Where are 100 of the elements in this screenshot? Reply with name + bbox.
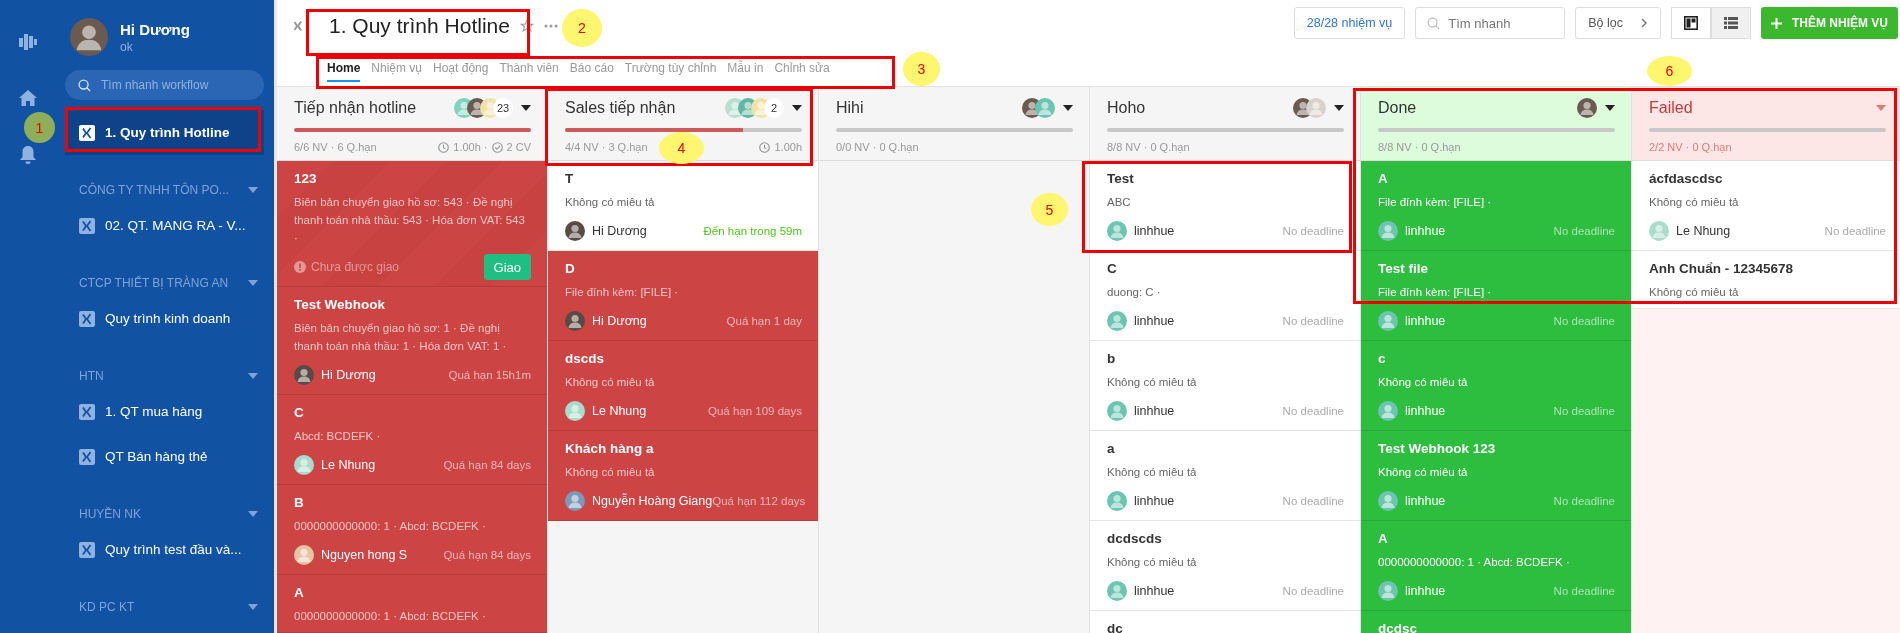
tab[interactable]: Báo cáo xyxy=(569,52,614,82)
task-card[interactable]: Test file File đính kèm: [FILE] · linhhue No deadline xyxy=(1361,251,1631,341)
clock-icon xyxy=(759,141,771,153)
card-description: Không có miêu tả xyxy=(1649,285,1740,300)
workflow-item[interactable]: 1. QT mua hàng xyxy=(65,389,264,434)
task-card[interactable]: c Không có miêu tả linhhue No deadline xyxy=(1361,341,1631,431)
task-card[interactable]: A 0000000000000: 1 · Abcd: BCDEFK · linhhue No deadline xyxy=(1361,521,1631,611)
column-stats: 8/8 NV · 0 Q.hạn xyxy=(1107,141,1190,153)
column-title: Hihi xyxy=(836,99,864,117)
workflow-item[interactable]: Quy trình test đầu và... xyxy=(65,527,264,572)
column-title: Failed xyxy=(1649,99,1693,117)
due-status: Quá hạn 15h1m xyxy=(448,369,531,381)
column-stats: 2/2 NV · 0 Q.hạn xyxy=(1649,141,1732,153)
task-card[interactable]: Test ABC linhhue No deadline xyxy=(1090,161,1360,251)
workflow-item[interactable]: 1. Quy trình Hotline xyxy=(65,110,264,155)
caret-icon[interactable] xyxy=(1063,105,1073,111)
card-description: Không có miêu tả xyxy=(1107,465,1198,480)
task-card[interactable]: 123 Biên bản chuyển giao hồ sơ: 543 · Đề nghị thanh toán nhà thầu: 543 · Hóa đơn VAT: 543 · Chưa được giao Giao xyxy=(277,161,547,287)
task-card[interactable]: A File đính kèm: [FILE] · linhhue No deadline xyxy=(1361,161,1631,251)
task-card[interactable]: C duong: C · linhhue No deadline xyxy=(1090,251,1360,341)
card-description: Abcd: BCDEFK · xyxy=(294,429,382,444)
clock-icon xyxy=(438,141,450,153)
search-field[interactable]: Tìm nhanh xyxy=(1415,7,1566,39)
task-card[interactable]: A 0000000000000: 1 · Abcd: BCDEFK · xyxy=(277,575,547,633)
caret-icon[interactable] xyxy=(521,105,531,111)
user-avatar xyxy=(70,18,108,56)
task-card[interactable]: b Không có miêu tả linhhue No deadline xyxy=(1090,341,1360,431)
bell-icon[interactable] xyxy=(19,146,36,164)
member-count: 2 xyxy=(764,98,784,118)
task-card[interactable]: C Abcd: BCDEFK · Le Nhung Quá hạn 84 days xyxy=(277,395,547,485)
task-card[interactable]: T Không có miêu tả Hi Dương Đến hạn trong 59m xyxy=(548,161,818,251)
view-toggle[interactable] xyxy=(1671,7,1711,39)
workflow-item[interactable]: Quy trình kinh doanh xyxy=(65,296,264,341)
tab[interactable]: Nhiệm vụ xyxy=(371,52,423,82)
task-card[interactable]: Test Webhook Biên bản chuyển giao hồ sơ: 1 · Đề nghị thanh toán nhà thầu: 1 · Hóa đơn VAT: 1 · Hi Dương Quá hạn 15h1m xyxy=(277,287,547,395)
search-icon xyxy=(1427,17,1441,30)
assign-button[interactable]: Giao xyxy=(483,254,531,280)
tab[interactable]: Chỉnh sửa xyxy=(774,52,830,82)
task-card[interactable]: D File đính kèm: [FILE] · Hi Dương Quá hạn 1 day xyxy=(548,251,818,341)
card-title: c xyxy=(1378,350,1387,368)
task-card[interactable]: dcdscds Không có miêu tả linhhue No deadline xyxy=(1090,521,1360,611)
group-heading: HUYỀN NK xyxy=(79,507,141,521)
column-title: Hoho xyxy=(1107,99,1146,117)
due-status: No deadline xyxy=(1553,585,1615,597)
task-card[interactable]: Anh Chuẩn - 12345678 Không có miêu tả xyxy=(1632,251,1900,309)
board-icon xyxy=(1684,16,1698,30)
card-title: C xyxy=(294,404,305,422)
workflow-item[interactable]: QT Bán hàng thẻ xyxy=(65,434,264,479)
caret-icon[interactable] xyxy=(1605,105,1615,111)
card-title: A xyxy=(294,584,305,602)
assignee-name: Hi Dương xyxy=(321,368,376,382)
tab[interactable]: Thành viên xyxy=(499,52,559,82)
plus-icon xyxy=(1771,17,1782,29)
view-toggle[interactable] xyxy=(1711,7,1751,39)
card-description: Không có miêu tả xyxy=(1107,555,1198,570)
card-description: Biên bản chuyển giao hồ sơ: 543 · Đề nghị thanh toán nhà thầu: 543 · Hóa đơn VAT: 543 · xyxy=(294,195,526,246)
star-icon[interactable] xyxy=(519,19,534,33)
task-card[interactable]: Khách hàng a Không có miêu tả Nguyễn Hoàng GiangQuá hạn 112 days xyxy=(548,431,818,521)
stat-text: 2 CV xyxy=(506,141,531,153)
assignee-name: linhhue xyxy=(1405,224,1446,238)
chevron-right-icon xyxy=(1641,18,1648,28)
task-card[interactable]: B 0000000000000: 1 · Abcd: BCDEFK · Nguyen hong S Quá hạn 84 days xyxy=(277,485,547,575)
tab[interactable]: Mẫu in xyxy=(727,52,764,82)
card-description: Không có miêu tả xyxy=(1378,375,1469,390)
card-title: dscds xyxy=(565,350,606,368)
tab[interactable]: Home xyxy=(327,52,361,82)
task-card[interactable]: a Không có miêu tả linhhue No deadline xyxy=(1090,431,1360,521)
card-description: File đính kèm: [FILE] · xyxy=(565,285,680,300)
card-description: Không có miêu tả xyxy=(1107,375,1198,390)
home-icon[interactable] xyxy=(18,90,37,106)
due-status: No deadline xyxy=(1282,315,1344,327)
task-card[interactable]: dc xyxy=(1090,611,1360,633)
task-card[interactable]: Test Webhook 123 Không có miêu tả linhhue No deadline xyxy=(1361,431,1631,521)
task-count-button[interactable]: 28/28 nhiệm vụ xyxy=(1293,7,1406,39)
stat-text: 1.00h xyxy=(774,141,802,153)
caret-icon[interactable] xyxy=(792,105,802,111)
card-description: Không có miêu tả xyxy=(1649,195,1740,210)
filter-button[interactable]: Bộ lọc xyxy=(1575,7,1661,39)
logo-icon[interactable] xyxy=(18,34,37,50)
user-name: Hi Dương xyxy=(120,20,190,38)
tab[interactable]: Hoạt động xyxy=(433,52,489,82)
assignee-name: linhhue xyxy=(1134,404,1175,418)
task-card[interactable]: dscds Không có miêu tả Le Nhung Quá hạn 109 days xyxy=(548,341,818,431)
search-field[interactable]: Tìm nhanh workflow xyxy=(65,70,264,100)
assignee-name: Hi Dương xyxy=(592,314,647,328)
task-card[interactable]: dcdsc xyxy=(1361,611,1631,633)
task-card[interactable]: ácfdascdsc Không có miêu tả Le Nhung No deadline xyxy=(1632,161,1900,251)
card-description: 0000000000000: 1 · Abcd: BCDEFK · xyxy=(294,519,487,534)
caret-icon[interactable] xyxy=(1334,105,1344,111)
add-task-button[interactable]: THÊM NHIỆM VỤ xyxy=(1761,7,1898,39)
tab[interactable]: Trường tùy chỉnh xyxy=(624,52,717,82)
assignee-name: Le Nhung xyxy=(592,404,647,418)
workflow-item[interactable]: 02. QT. MANG RA - V... xyxy=(65,203,264,248)
card-title: C xyxy=(1107,260,1118,278)
more-icon[interactable] xyxy=(543,24,558,28)
warning-icon xyxy=(294,261,306,273)
column-stats: 6/6 NV · 6 Q.hạn xyxy=(294,141,377,153)
card-description: File đính kèm: [FILE] · xyxy=(1378,195,1493,210)
workflow-icon xyxy=(79,541,95,558)
card-description: 0000000000000: 1 · Abcd: BCDEFK · xyxy=(1378,555,1571,570)
